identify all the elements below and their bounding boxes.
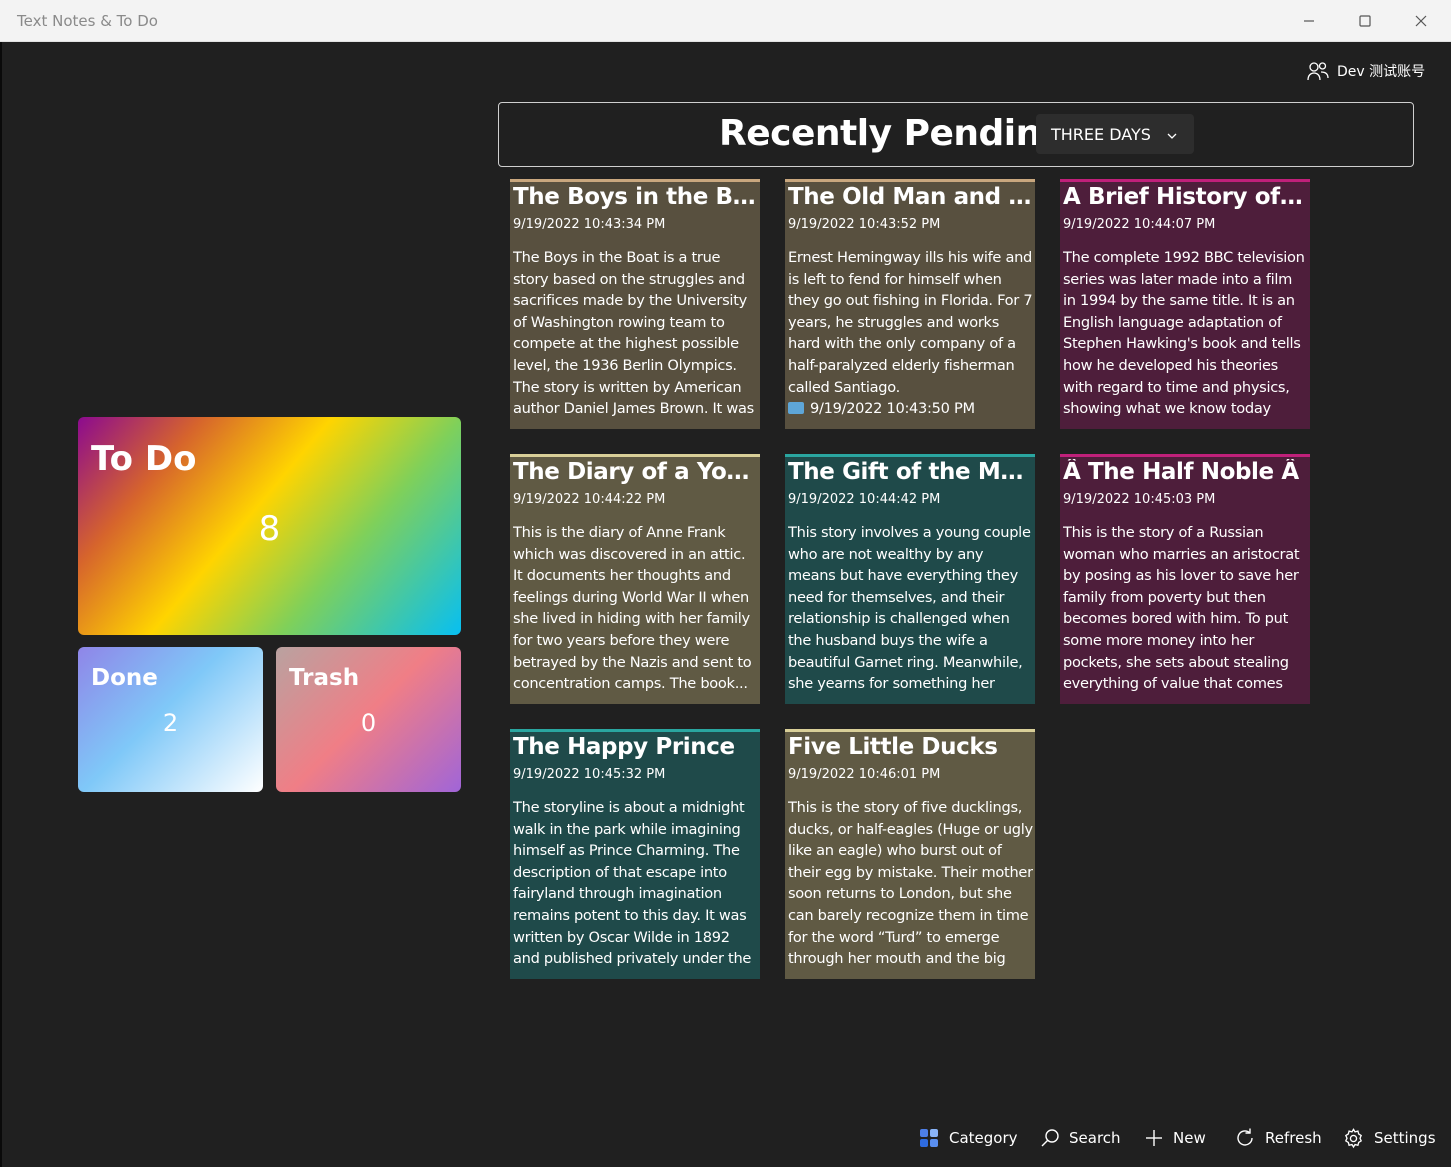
close-icon [1415, 15, 1427, 27]
note-title: Â The Half Noble Â [1063, 459, 1299, 485]
new-label: New [1173, 1129, 1206, 1147]
todo-tile-label: To Do [91, 439, 197, 479]
note-accent-bar [510, 454, 760, 457]
trash-tile-label: Trash [289, 665, 360, 691]
new-button[interactable]: New [1144, 1124, 1206, 1152]
done-tile[interactable]: Done 2 [78, 647, 263, 792]
close-button[interactable] [1393, 0, 1449, 42]
note-card[interactable]: The Boys in the Boat 9/19/2022 10:43:34 … [510, 179, 760, 429]
note-card[interactable]: The Happy Prince 9/19/2022 10:45:32 PM T… [510, 729, 760, 979]
people-icon [1307, 62, 1329, 81]
pending-header: Recently Pending THREE DAYS [498, 102, 1414, 167]
note-body: This is the story of five ducklings, duc… [788, 799, 1033, 972]
note-title: The Old Man and t... [788, 184, 1033, 210]
account-button[interactable]: Dev 测试账号 [1307, 61, 1425, 81]
note-card[interactable]: The Old Man and t... 9/19/2022 10:43:52 … [785, 179, 1035, 429]
note-body: This story involves a young couple who a… [788, 524, 1031, 697]
category-icon [920, 1129, 938, 1147]
note-title: A Brief History of T... [1063, 184, 1308, 210]
note-title: The Boys in the Boat [513, 184, 758, 210]
note-accent-bar [1060, 454, 1310, 457]
note-body: This is the story of a Russian woman who… [1063, 524, 1300, 697]
note-date: 9/19/2022 10:43:34 PM [513, 217, 666, 232]
title-bar: Text Notes & To Do [0, 0, 1451, 42]
note-accent-bar [785, 179, 1035, 182]
note-body: The Boys in the Boat is a true story bas… [513, 249, 754, 422]
maximize-icon [1359, 15, 1371, 27]
settings-button[interactable]: Settings [1342, 1124, 1436, 1152]
note-accent-bar [1060, 179, 1310, 182]
note-date: 9/19/2022 10:44:22 PM [513, 492, 666, 507]
trash-tile[interactable]: Trash 0 [276, 647, 461, 792]
note-title: The Happy Prince [513, 734, 735, 760]
chevron-down-icon [1166, 127, 1178, 146]
note-date: 9/19/2022 10:46:01 PM [788, 767, 941, 782]
note-card[interactable]: A Brief History of T... 9/19/2022 10:44:… [1060, 179, 1310, 429]
note-date: 9/19/2022 10:43:52 PM [788, 217, 941, 232]
note-reminder: 9/19/2022 10:43:50 PM [810, 400, 975, 418]
done-count: 2 [162, 709, 179, 737]
category-label: Category [949, 1129, 1018, 1147]
category-button[interactable]: Category [919, 1124, 1018, 1152]
note-date: 9/19/2022 10:45:32 PM [513, 767, 666, 782]
note-accent-bar [510, 179, 760, 182]
plus-icon [1146, 1130, 1162, 1146]
note-title: Five Little Ducks [788, 734, 998, 760]
refresh-icon [1237, 1128, 1253, 1146]
note-card[interactable]: The Gift of the Magi 9/19/2022 10:44:42 … [785, 454, 1035, 704]
laptop-icon [788, 402, 804, 415]
note-card[interactable]: Â The Half Noble Â 9/19/2022 10:45:03 PM… [1060, 454, 1310, 704]
note-body-text: Ernest Hemingway ills his wife and is le… [788, 249, 1033, 396]
search-icon [1041, 1129, 1059, 1147]
note-date: 9/19/2022 10:45:03 PM [1063, 492, 1216, 507]
range-selected-value: THREE DAYS [1051, 124, 1151, 144]
window-frame [0, 42, 2, 1167]
note-accent-bar [510, 729, 760, 732]
note-date: 9/19/2022 10:44:07 PM [1063, 217, 1216, 232]
settings-label: Settings [1374, 1129, 1436, 1147]
page-title: Recently Pending [719, 113, 1067, 154]
range-dropdown[interactable]: THREE DAYS [1036, 114, 1194, 154]
note-body: The complete 1992 BBC television series … [1063, 249, 1305, 422]
note-body: The storyline is about a midnight walk i… [513, 799, 752, 972]
minimize-icon [1304, 20, 1314, 22]
trash-count: 0 [360, 709, 377, 737]
gear-icon [1344, 1127, 1363, 1148]
note-accent-bar [785, 454, 1035, 457]
search-label: Search [1069, 1129, 1121, 1147]
refresh-label: Refresh [1265, 1129, 1322, 1147]
account-name: Dev 测试账号 [1337, 64, 1426, 80]
maximize-button[interactable] [1337, 0, 1393, 42]
note-title: The Diary of a You... [513, 459, 758, 485]
refresh-button[interactable]: Refresh [1234, 1124, 1322, 1152]
note-title: The Gift of the Magi [788, 459, 1033, 485]
note-accent-bar [785, 729, 1035, 732]
note-card[interactable]: The Diary of a You... 9/19/2022 10:44:22… [510, 454, 760, 704]
note-body: This is the diary of Anne Frank which wa… [513, 524, 752, 693]
note-date: 9/19/2022 10:44:42 PM [788, 492, 941, 507]
minimize-button[interactable] [1281, 0, 1337, 42]
search-button[interactable]: Search [1040, 1124, 1121, 1152]
window-title: Text Notes & To Do [17, 12, 158, 30]
note-body: Ernest Hemingway ills his wife and is le… [788, 247, 1033, 422]
todo-count: 8 [258, 509, 281, 549]
todo-tile[interactable]: To Do 8 [78, 417, 461, 635]
done-tile-label: Done [91, 665, 158, 691]
note-card[interactable]: Five Little Ducks 9/19/2022 10:46:01 PM … [785, 729, 1035, 979]
